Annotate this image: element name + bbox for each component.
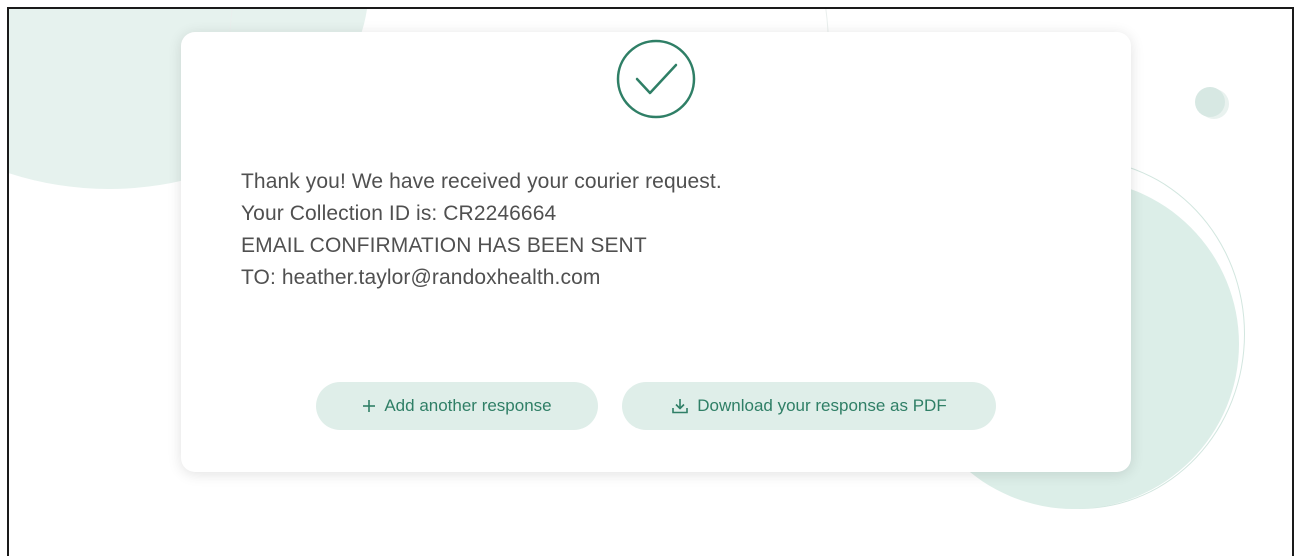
add-another-response-button[interactable]: Add another response: [316, 382, 598, 430]
download-pdf-button[interactable]: Download your response as PDF: [622, 382, 996, 430]
page-frame: Thank you! We have received your courier…: [7, 7, 1294, 556]
email-address-text: TO: heather.taylor@randoxhealth.com: [241, 266, 601, 289]
email-sent-text: EMAIL CONFIRMATION HAS BEEN SENT: [241, 234, 647, 257]
download-icon: [671, 397, 689, 415]
plus-icon: [362, 399, 376, 413]
collection-id-text: Your Collection ID is: CR2246664: [241, 202, 557, 225]
confirmation-message: Thank you! We have received your courier…: [241, 166, 722, 294]
background-dot: [1195, 87, 1225, 117]
download-pdf-label: Download your response as PDF: [697, 396, 947, 415]
add-another-response-label: Add another response: [384, 396, 552, 415]
thank-you-text: Thank you! We have received your courier…: [241, 170, 722, 193]
confirmation-card: Thank you! We have received your courier…: [181, 32, 1131, 472]
check-circle-icon: [616, 39, 696, 119]
